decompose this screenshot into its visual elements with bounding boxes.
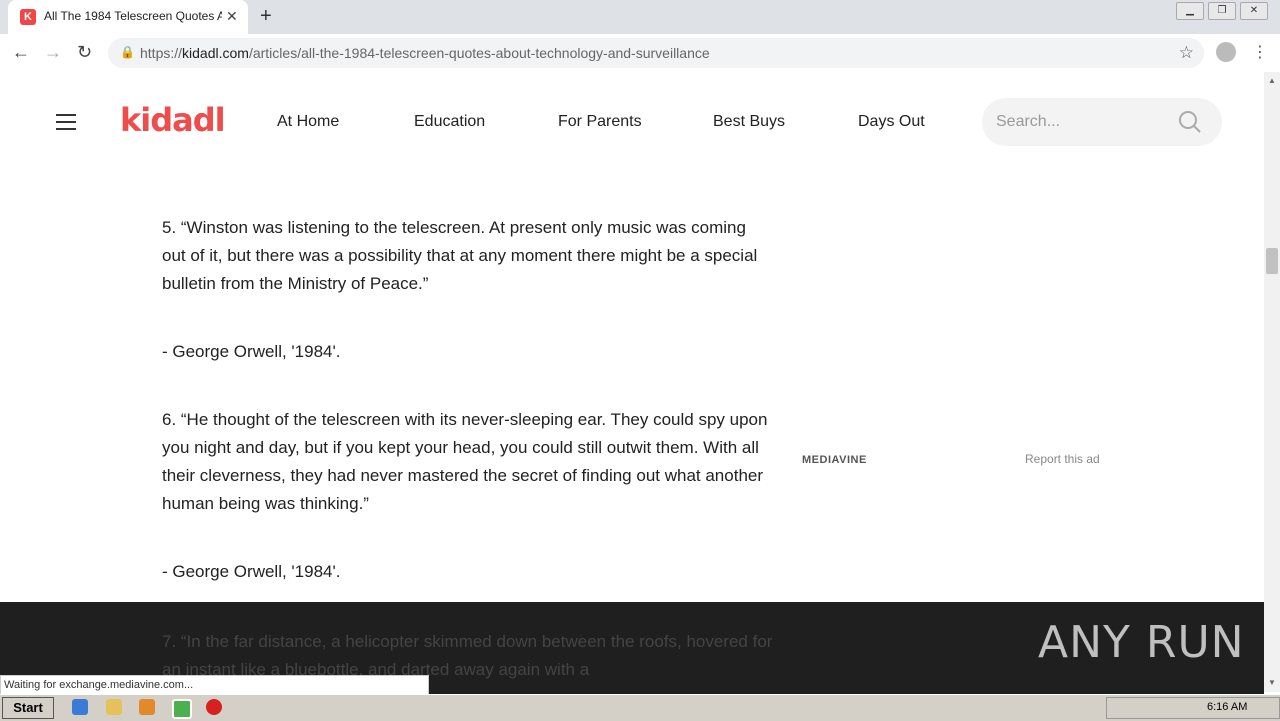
tab-title: All The 1984 Telescreen Quotes About Tec… (44, 9, 222, 23)
bookmark-star-icon[interactable]: ☆ (1179, 43, 1194, 63)
stop-icon[interactable] (206, 699, 222, 715)
restore-icon[interactable]: ❐ (1208, 2, 1236, 20)
scroll-up-arrow-icon[interactable]: ▲ (1268, 76, 1276, 85)
back-arrow-icon[interactable]: ← (12, 42, 30, 63)
folder-icon[interactable] (106, 699, 122, 715)
article-body: 5. “Winston was listening to the telescr… (162, 214, 774, 626)
quote-6-attribution: - George Orwell, '1984'. (162, 562, 341, 581)
scroll-down-arrow-icon[interactable]: ▼ (1268, 678, 1276, 687)
url-text[interactable]: https://kidadl.com/articles/all-the-1984… (140, 45, 710, 61)
hamburger-menu-icon[interactable] (56, 114, 76, 135)
anyrun-watermark: ANY RUN (1038, 617, 1245, 668)
profile-avatar-icon[interactable] (1216, 42, 1236, 62)
start-button[interactable]: Start (2, 697, 54, 719)
new-tab-button[interactable]: + (260, 5, 272, 28)
scroll-thumb[interactable] (1266, 248, 1278, 274)
nav-at-home[interactable]: At Home (277, 113, 339, 131)
reload-icon[interactable]: ↻ (77, 42, 92, 63)
search-icon[interactable] (1178, 110, 1202, 134)
browser-toolbar: ← → ↻ 🔒 https://kidadl.com/articles/all-… (0, 34, 1280, 73)
nav-for-parents[interactable]: For Parents (558, 113, 642, 131)
kidadl-favicon-icon: K (20, 9, 36, 25)
system-tray: 6:16 AM (1106, 697, 1280, 719)
tab-close-icon[interactable]: ✕ (226, 8, 238, 25)
nav-education[interactable]: Education (414, 113, 485, 131)
address-bar[interactable]: 🔒 https://kidadl.com/articles/all-the-19… (108, 38, 1204, 68)
mediavine-logo: MEDIAVINE (802, 454, 867, 466)
forward-arrow-icon[interactable]: → (44, 42, 62, 63)
report-ad-link[interactable]: Report this ad (1025, 452, 1100, 466)
chrome-icon[interactable] (172, 699, 192, 719)
url-path: /articles/all-the-1984-telescreen-quotes… (248, 45, 710, 61)
ie-icon[interactable] (72, 699, 88, 715)
url-host: kidadl.com (182, 45, 249, 61)
close-window-icon[interactable]: ✕ (1240, 2, 1268, 20)
url-scheme: https:// (140, 45, 183, 61)
nav-days-out[interactable]: Days Out (858, 113, 925, 131)
search-input[interactable] (994, 110, 1168, 134)
search-box (982, 98, 1222, 146)
browser-status-bar: Waiting for exchange.mediavine.com... (0, 675, 429, 695)
clock: 6:16 AM (1207, 701, 1248, 713)
quote-5: 5. “Winston was listening to the telescr… (162, 218, 758, 293)
lock-icon: 🔒 (120, 45, 135, 59)
media-player-icon[interactable] (139, 699, 155, 715)
web-page: kidadl At Home Education For Parents Bes… (0, 72, 1264, 702)
windows-taskbar: Start 6:16 AM (0, 694, 1280, 721)
quote-6: 6. “He thought of the telescreen with it… (162, 410, 768, 513)
tab-bar: K All The 1984 Telescreen Quotes About T… (0, 0, 1280, 34)
quote-5-attribution: - George Orwell, '1984'. (162, 342, 341, 361)
nav-best-buys[interactable]: Best Buys (713, 113, 785, 131)
browser-tab[interactable]: K All The 1984 Telescreen Quotes About T… (8, 0, 248, 34)
kidadl-logo[interactable]: kidadl (120, 101, 226, 139)
window-controls: ▁ ❐ ✕ (1176, 2, 1268, 20)
page-scrollbar[interactable]: ▲ ▼ (1264, 72, 1280, 692)
minimize-icon[interactable]: ▁ (1176, 2, 1204, 20)
menu-dots-icon[interactable]: ⋮ (1252, 42, 1268, 62)
